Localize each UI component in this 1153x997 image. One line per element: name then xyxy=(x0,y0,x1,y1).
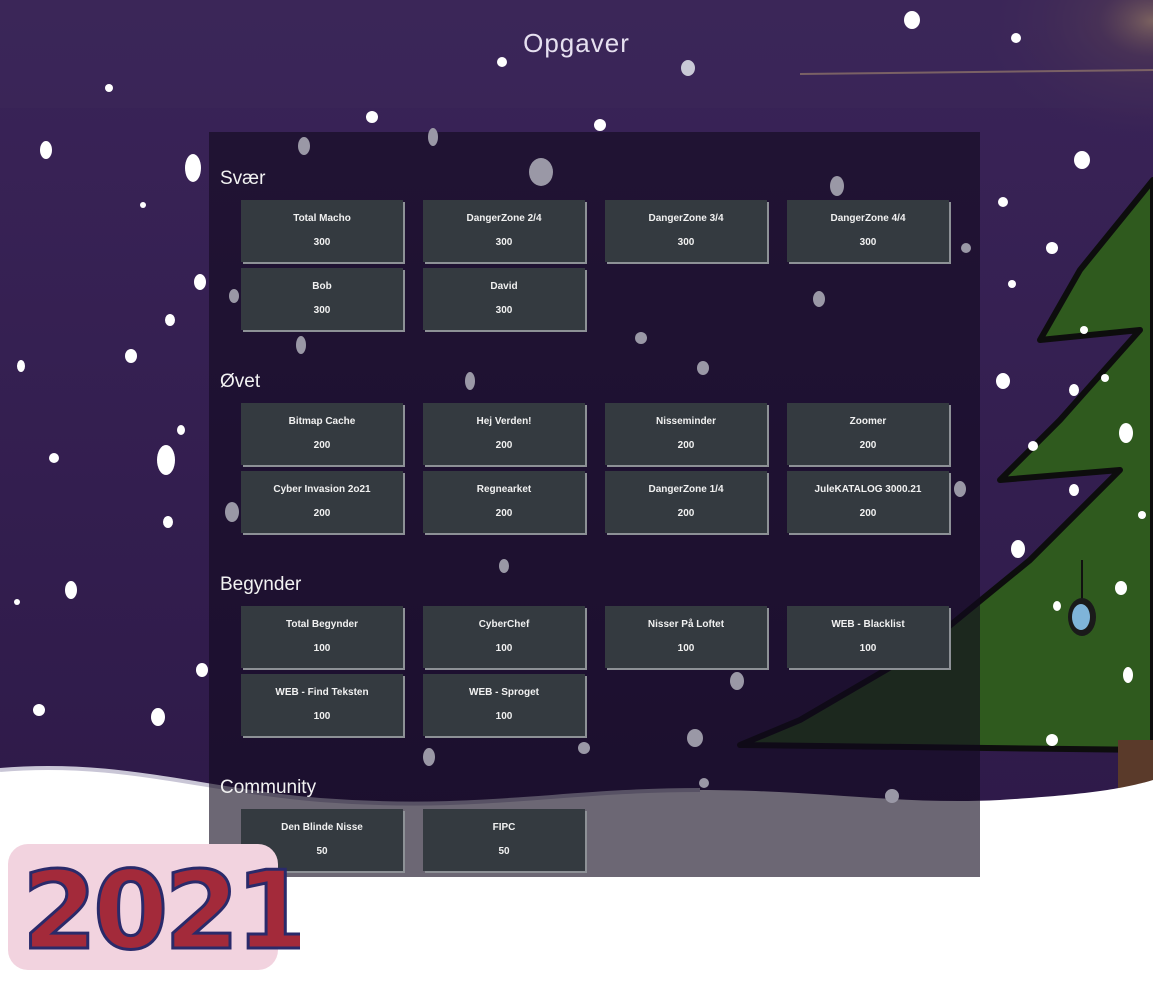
challenge-card[interactable]: David 300 xyxy=(423,268,585,330)
challenge-name: JuleKATALOG 3000.21 xyxy=(814,484,922,495)
challenge-card[interactable]: Nisseminder 200 xyxy=(605,403,767,465)
challenge-points: 200 xyxy=(859,508,877,519)
category-title-community: Community xyxy=(220,777,317,798)
challenge-points: 100 xyxy=(313,643,331,654)
challenge-points: 200 xyxy=(677,440,695,451)
challenge-card[interactable]: DangerZone 3/4 300 xyxy=(605,200,767,262)
challenge-card[interactable]: DangerZone 1/4 200 xyxy=(605,471,767,533)
challenge-board: Svær Total Macho 300 DangerZone 2/4 300 … xyxy=(209,132,980,877)
challenge-name: Nisser På Loftet xyxy=(647,619,725,630)
challenge-points: 300 xyxy=(313,305,331,316)
challenge-name: Regnearket xyxy=(476,484,532,495)
challenge-points: 100 xyxy=(859,643,877,654)
challenge-card[interactable]: JuleKATALOG 3000.21 200 xyxy=(787,471,949,533)
challenge-card[interactable]: Zoomer 200 xyxy=(787,403,949,465)
challenge-card[interactable]: WEB - Find Teksten 100 xyxy=(241,674,403,736)
challenge-name: DangerZone 4/4 xyxy=(830,213,906,224)
challenge-name: DangerZone 3/4 xyxy=(648,213,724,224)
challenge-name: Cyber Invasion 2o21 xyxy=(273,484,371,495)
challenge-points: 200 xyxy=(859,440,877,451)
challenge-points: 200 xyxy=(677,508,695,519)
challenge-points: 300 xyxy=(495,305,513,316)
challenge-points: 200 xyxy=(495,508,513,519)
challenge-points: 100 xyxy=(495,643,513,654)
challenge-card[interactable]: Cyber Invasion 2o21 200 xyxy=(241,471,403,533)
challenge-name: Hej Verden! xyxy=(476,416,532,427)
challenge-name: WEB - Sproget xyxy=(469,687,539,698)
challenge-card[interactable]: Regnearket 200 xyxy=(423,471,585,533)
challenge-card[interactable]: Den Blinde Nisse 50 xyxy=(241,809,403,871)
challenge-name: WEB - Blacklist xyxy=(831,619,905,630)
challenge-points: 100 xyxy=(495,711,513,722)
page-title: Opgaver xyxy=(523,28,630,58)
category-title-svaer: Svær xyxy=(220,168,266,189)
challenge-name: WEB - Find Teksten xyxy=(275,687,369,698)
challenge-points: 300 xyxy=(313,237,331,248)
challenge-card[interactable]: Nisser På Loftet 100 xyxy=(605,606,767,668)
challenge-name: Nisseminder xyxy=(655,416,717,427)
challenge-card[interactable]: DangerZone 4/4 300 xyxy=(787,200,949,262)
challenge-points: 50 xyxy=(316,846,328,857)
challenge-name: Total Macho xyxy=(293,213,351,224)
challenge-name: DangerZone 2/4 xyxy=(466,213,542,224)
challenge-name: David xyxy=(490,281,518,292)
challenge-card[interactable]: Total Begynder 100 xyxy=(241,606,403,668)
challenge-name: Zoomer xyxy=(849,416,887,427)
challenge-name: Bob xyxy=(312,281,332,292)
challenge-points: 200 xyxy=(495,440,513,451)
challenge-card[interactable]: Bob 300 xyxy=(241,268,403,330)
category-title-begynder: Begynder xyxy=(220,574,302,595)
challenge-name: Den Blinde Nisse xyxy=(281,822,363,833)
challenge-card[interactable]: FIPC 50 xyxy=(423,809,585,871)
challenge-card[interactable]: Bitmap Cache 200 xyxy=(241,403,403,465)
challenge-points: 200 xyxy=(313,508,331,519)
challenge-card[interactable]: CyberChef 100 xyxy=(423,606,585,668)
challenge-points: 100 xyxy=(677,643,695,654)
challenge-card[interactable]: Total Macho 300 xyxy=(241,200,403,262)
challenge-card[interactable]: DangerZone 2/4 300 xyxy=(423,200,585,262)
challenge-points: 300 xyxy=(677,237,695,248)
category-title-ovet: Øvet xyxy=(220,371,261,392)
challenge-name: Bitmap Cache xyxy=(288,416,356,427)
challenge-points: 200 xyxy=(313,440,331,451)
challenge-card[interactable]: Hej Verden! 200 xyxy=(423,403,585,465)
challenge-name: Total Begynder xyxy=(285,619,359,630)
page-header: Opgaver xyxy=(0,0,1153,108)
challenge-card[interactable]: WEB - Blacklist 100 xyxy=(787,606,949,668)
challenge-points: 300 xyxy=(495,237,513,248)
challenge-name: DangerZone 1/4 xyxy=(648,484,724,495)
challenge-points: 300 xyxy=(859,237,877,248)
challenge-card[interactable]: WEB - Sproget 100 xyxy=(423,674,585,736)
challenge-points: 50 xyxy=(498,846,510,857)
challenge-name: FIPC xyxy=(492,822,516,833)
challenge-name: CyberChef xyxy=(478,619,530,630)
challenge-points: 100 xyxy=(313,711,331,722)
